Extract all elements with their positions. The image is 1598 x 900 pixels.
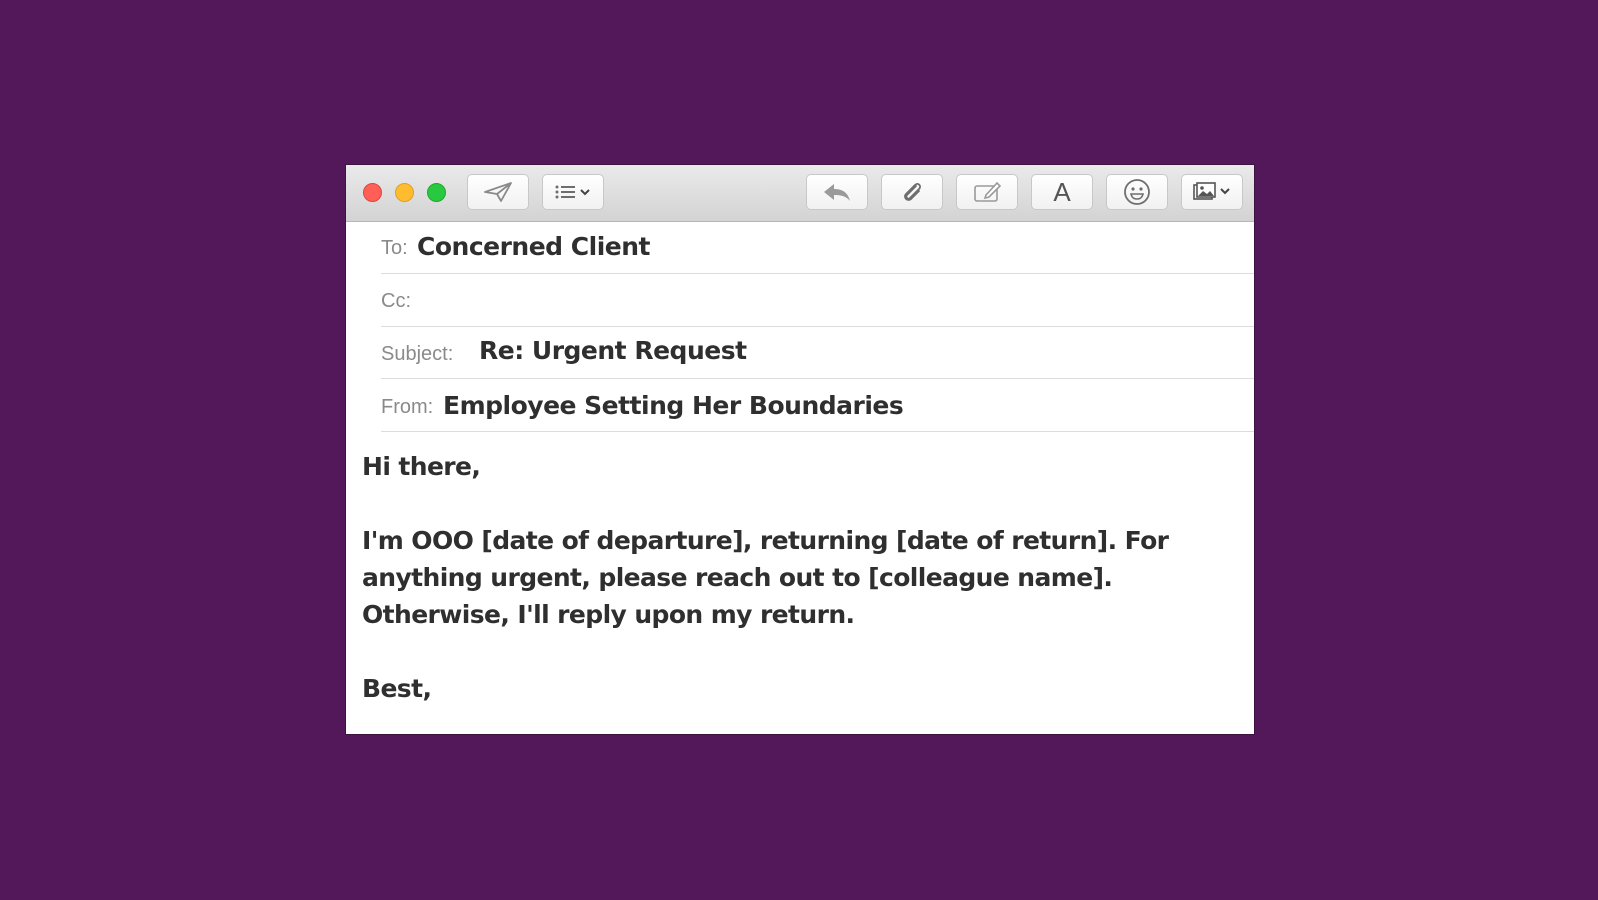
cc-row[interactable]: Cc: xyxy=(381,274,1254,327)
paperclip-icon xyxy=(904,183,921,201)
body-line: anything urgent, please reach out to [co… xyxy=(362,563,1113,592)
markup-button[interactable] xyxy=(956,174,1018,210)
body-greeting: Hi there, xyxy=(362,452,481,481)
header-fields-button[interactable] xyxy=(542,174,604,210)
attach-button[interactable] xyxy=(881,174,943,210)
photo-browser-icon xyxy=(1193,182,1230,200)
markup-pen-icon xyxy=(974,181,1002,202)
subject-label: Subject: xyxy=(381,343,454,365)
reply-button[interactable] xyxy=(806,174,868,210)
smiley-icon xyxy=(1124,179,1150,205)
reply-arrow-icon xyxy=(824,184,850,201)
paper-plane-icon xyxy=(484,182,512,202)
message-body[interactable]: Hi there, I'm OOO [date of departure], r… xyxy=(362,448,1222,707)
body-signoff: Best, xyxy=(362,674,432,703)
cc-label: Cc: xyxy=(381,290,411,312)
close-button[interactable] xyxy=(363,183,382,202)
subject-field[interactable]: Re: Urgent Request xyxy=(479,336,747,365)
from-label: From: xyxy=(381,396,434,418)
mail-compose-window: A To: Concerned Client Cc: Subject: Re: … xyxy=(346,165,1254,734)
photo-browser-button[interactable] xyxy=(1181,174,1243,210)
send-button[interactable] xyxy=(467,174,529,210)
list-icon xyxy=(555,185,590,199)
font-icon: A xyxy=(1053,176,1071,207)
emoji-button[interactable] xyxy=(1106,174,1168,210)
body-line: I'm OOO [date of departure], returning [… xyxy=(362,526,1169,555)
toolbar: A xyxy=(346,165,1254,222)
body-line: Otherwise, I'll reply upon my return. xyxy=(362,600,855,629)
format-button[interactable]: A xyxy=(1031,174,1093,210)
maximize-button[interactable] xyxy=(427,183,446,202)
to-row[interactable]: To: Concerned Client xyxy=(381,222,1254,274)
to-field[interactable]: Concerned Client xyxy=(417,232,650,261)
from-field[interactable]: Employee Setting Her Boundaries xyxy=(443,391,904,420)
to-label: To: xyxy=(381,237,408,259)
subject-row[interactable]: Subject: Re: Urgent Request xyxy=(381,327,1254,379)
minimize-button[interactable] xyxy=(395,183,414,202)
from-row[interactable]: From: Employee Setting Her Boundaries xyxy=(381,379,1254,432)
